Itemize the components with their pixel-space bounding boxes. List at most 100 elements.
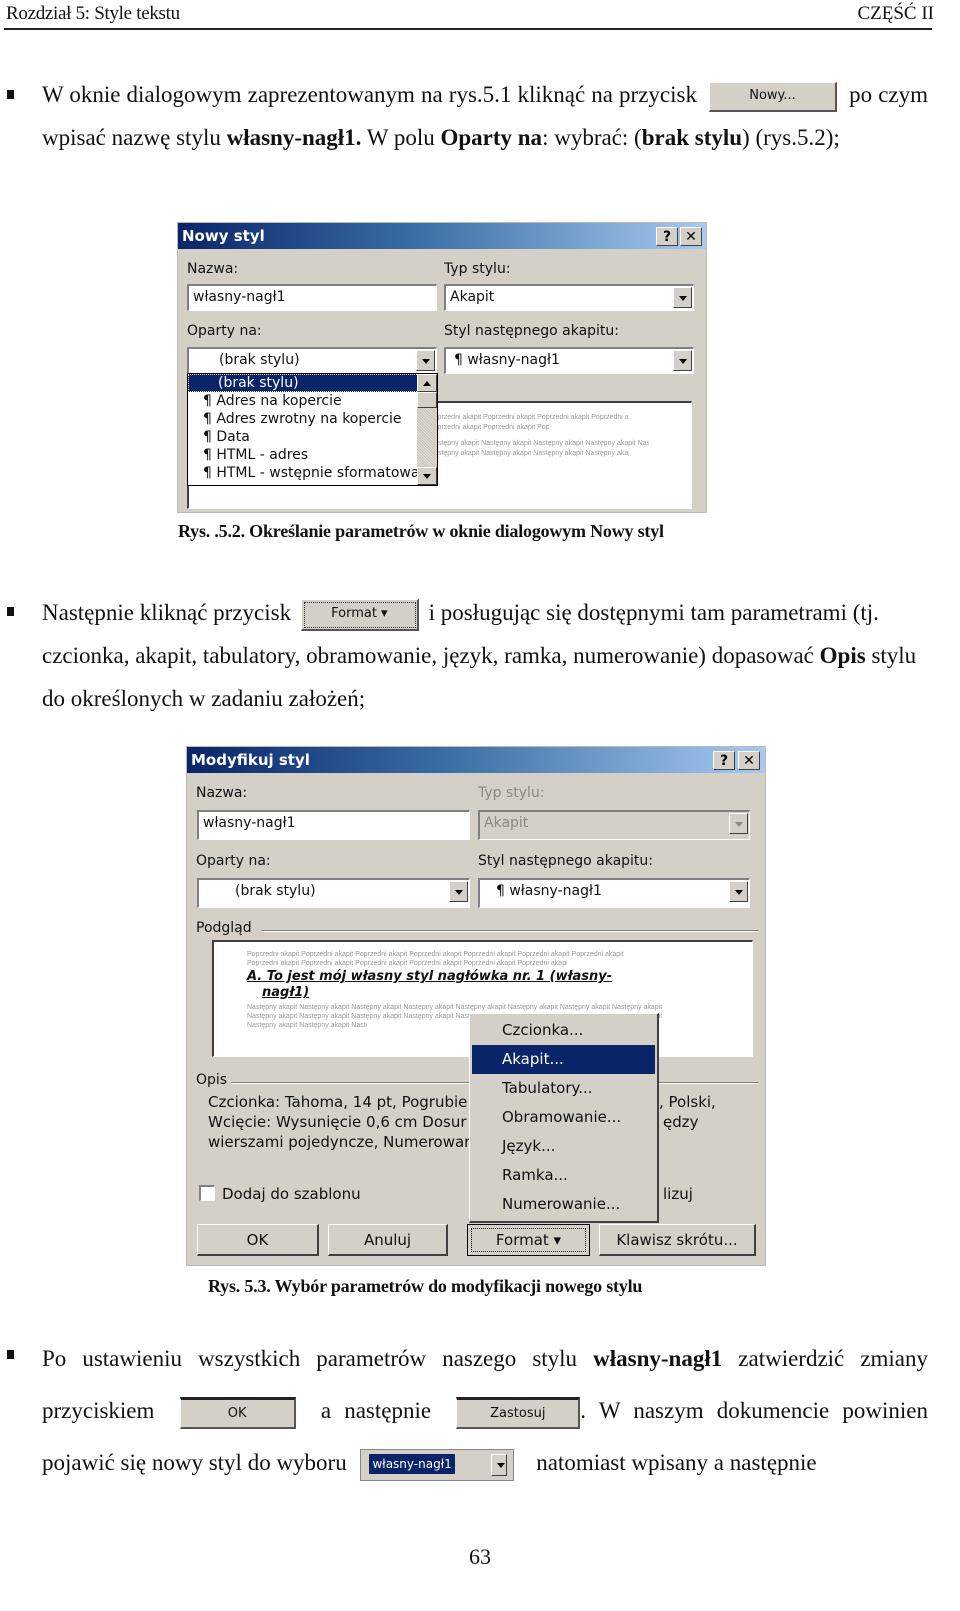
based-on-label: Oparty na: [187, 323, 262, 339]
chevron-down-icon[interactable] [449, 881, 468, 902]
preview-heading: A. To jest mój własny styl nagłówka nr. … [247, 969, 613, 984]
auto-update-label: lizuj [663, 1185, 693, 1203]
format-button-label: Format ▾ [331, 605, 388, 621]
menu-item[interactable]: Obramowanie... [470, 1103, 657, 1132]
text: a następnie [320, 1398, 432, 1423]
apply-button-image: Zastosuj [456, 1396, 581, 1429]
name-label: Nazwa: [187, 261, 239, 277]
paragraph-1: W oknie dialogowym zaprezentowanym na ry… [42, 73, 928, 159]
style-type-value: Akapit [450, 289, 495, 305]
scroll-up-icon[interactable] [417, 374, 437, 392]
style-type-label: Typ stylu: [478, 785, 545, 801]
chevron-down-icon[interactable] [673, 350, 692, 371]
text: zatwierdzić zmiany [738, 1346, 929, 1371]
text: W oknie dialogowym zaprezentowanym na ry… [42, 82, 697, 107]
based-on-select[interactable]: (brak stylu) [187, 347, 437, 374]
chevron-down-icon[interactable] [729, 881, 748, 902]
paragraph-3: Po ustawieniu wszystkich parametrów nasz… [42, 1333, 928, 1489]
field-name: Opis [819, 643, 866, 668]
header-rule [4, 28, 932, 30]
list-item[interactable]: ¶ HTML - adres [188, 446, 437, 464]
menu-item[interactable]: Język... [470, 1132, 657, 1161]
list-item[interactable]: (brak stylu) [188, 374, 437, 392]
menu-item[interactable]: Numerowanie... [470, 1190, 657, 1219]
bullet-icon [7, 90, 14, 99]
preview-next-text: Następny akapit Następny akapit Następny… [429, 440, 649, 447]
next-style-value: ¶ własny-nagł1 [496, 883, 602, 899]
field-name: Oparty na [440, 125, 543, 150]
list-item[interactable]: ¶ Adres zwrotny na kopercie [188, 410, 437, 428]
dialog-titlebar: Modyfikuj styl [187, 747, 765, 773]
figure-caption-5-3: Rys. 5.3. Wybór parametrów do modyfikacj… [208, 1276, 643, 1296]
name-input[interactable]: własny-nagł1 [187, 284, 437, 311]
text: : wybrać: ( [542, 125, 642, 150]
menu-item[interactable]: Czcionka... [470, 1016, 657, 1045]
bullet-icon [7, 1350, 14, 1359]
description-line: wierszami pojedyncze, Numerowan [208, 1133, 474, 1151]
based-on-listbox[interactable]: (brak stylu) ¶ Adres na kopercie ¶ Adres z… [187, 373, 438, 486]
close-icon[interactable]: ✕ [680, 227, 702, 246]
text: W polu [366, 125, 435, 150]
dialog-title: Nowy styl [182, 227, 265, 245]
next-style-label: Styl następnego akapitu: [478, 853, 653, 869]
new-button-label: Nowy... [749, 87, 796, 103]
shortcut-key-button[interactable]: Klawisz skrótu... [599, 1224, 756, 1256]
list-item[interactable]: ¶ HTML - wstępnie sformatowa [188, 464, 437, 482]
based-on-value: (brak stylu) [235, 883, 316, 899]
ok-button[interactable]: OK [197, 1224, 319, 1256]
description-group-label: Opis [196, 1072, 228, 1088]
based-on-label: Oparty na: [196, 853, 271, 869]
based-on-value: (brak stylu) [219, 352, 300, 368]
menu-item[interactable]: Ramka... [470, 1161, 657, 1190]
style-name: własny-nagł1 [593, 1346, 723, 1371]
scroll-thumb[interactable] [417, 392, 437, 408]
menu-item[interactable]: Tabulatory... [470, 1074, 657, 1103]
help-icon[interactable]: ? [713, 751, 735, 770]
figure-caption-5-2: Rys. .5.2. Określanie parametrów w oknie… [178, 521, 664, 541]
text: ) (rys.5.2); [742, 125, 840, 150]
scroll-down-icon[interactable] [417, 467, 437, 485]
modify-style-dialog: Modyfikuj styl ? ✕ Nazwa: własny-nagł1 T… [186, 746, 766, 1266]
chapter-title: Rozdział 5: Style tekstu [6, 3, 180, 24]
format-button-image: Format ▾ [300, 598, 419, 631]
format-button[interactable]: Format ▾ [467, 1224, 590, 1256]
next-style-select[interactable]: ¶ własny-nagł1 [444, 347, 694, 374]
list-item[interactable]: ¶ Data [188, 428, 437, 446]
next-style-select[interactable]: ¶ własny-nagł1 [478, 878, 750, 908]
dialog-title: Modyfikuj styl [191, 751, 310, 769]
name-input[interactable]: własny-nagł1 [197, 810, 470, 840]
text: przyciskiem [42, 1398, 155, 1423]
text: Po ustawieniu wszystkich parametrów nasz… [42, 1346, 578, 1371]
part-label: CZĘŚĆ II [857, 3, 934, 24]
preview-previous-text: Poprzedni akapit Poprzedni akapit Poprze… [247, 960, 567, 967]
ok-button-label: OK [227, 1405, 247, 1421]
chevron-down-icon [729, 813, 748, 834]
scrollbar[interactable] [417, 374, 437, 485]
style-box-image: własny-nagł1 [360, 1448, 515, 1481]
help-icon[interactable]: ? [656, 227, 678, 246]
style-name: własny-nagł1. [226, 125, 362, 150]
preview-next-text: Następny akapit Następny akapit Następny… [247, 1022, 367, 1029]
text: natomiast wpisany a następnie [536, 1450, 817, 1475]
description-line-tail: , Polski, [659, 1093, 716, 1111]
based-on-select[interactable]: (brak stylu) [197, 878, 470, 908]
cancel-button[interactable]: Anuluj [328, 1224, 448, 1256]
style-type-select[interactable]: Akapit [444, 284, 694, 311]
description-line-tail: ędzy [663, 1113, 699, 1131]
chevron-down-icon[interactable] [416, 350, 435, 371]
list-item[interactable]: ¶ Adres na kopercie [188, 392, 437, 410]
style-type-label: Typ stylu: [444, 261, 511, 277]
chevron-down-icon[interactable] [673, 287, 692, 308]
add-to-template-checkbox[interactable] [199, 1185, 215, 1201]
description-line: Czcionka: Tahoma, 14 pt, Pogrubie [208, 1093, 468, 1111]
preview-next-text: Następny akapit Następny akapit Następny… [429, 450, 629, 457]
new-style-dialog: Nowy styl ? ✕ Nazwa: własny-nagł1 Typ st… [177, 222, 707, 513]
apply-button-label: Zastosuj [490, 1405, 546, 1421]
preview-heading: nagł1) [262, 985, 310, 1000]
text: . W naszym dokumencie powinien [580, 1398, 928, 1423]
text: Następnie kliknąć przycisk [42, 600, 292, 625]
style-type-value: Akapit [484, 815, 529, 831]
close-icon[interactable]: ✕ [738, 751, 760, 770]
group-divider [261, 930, 759, 932]
menu-item[interactable]: Akapit... [472, 1045, 655, 1074]
